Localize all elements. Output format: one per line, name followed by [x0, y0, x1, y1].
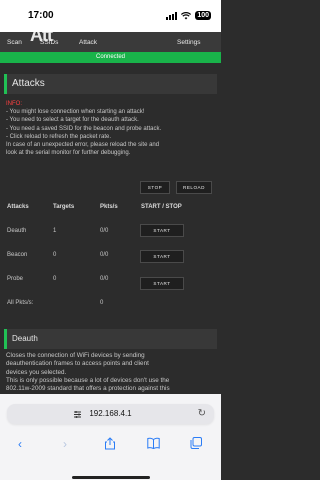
nav-ssids[interactable]: SSIDs [40, 39, 58, 46]
info-line: look at the serial monitor for further d… [6, 150, 131, 157]
deauth-card: Deauth [4, 329, 217, 349]
start-probe-button[interactable]: START [140, 277, 184, 290]
col-targets: Targets [53, 204, 75, 210]
info-line: In case of an unexpected error, please r… [6, 142, 160, 149]
status-bar: 17:00 100 [0, 0, 221, 32]
attack-name: Beacon [7, 252, 28, 258]
attack-name: Probe [7, 276, 24, 282]
nav-settings[interactable]: Settings [177, 39, 201, 46]
col-attacks: Attacks [7, 204, 29, 210]
table-row: Probe 0 0/0 [7, 268, 217, 292]
reload-button[interactable]: RELOAD [176, 181, 212, 194]
forward-icon[interactable]: › [63, 437, 67, 451]
info-line: - You need a saved SSID for the beacon a… [6, 125, 162, 132]
attack-pkts: 0/0 [100, 276, 109, 282]
table-row: All Pkts/s: 0 [7, 292, 217, 316]
status-indicators: 100 [166, 11, 211, 20]
signal-icon [166, 11, 178, 20]
attack-targets: 0 [53, 276, 57, 282]
all-pkts-label: All Pkts/s: [7, 300, 34, 306]
all-pkts-value: 0 [100, 300, 104, 306]
connection-banner: Connected [0, 52, 221, 63]
tabs-icon[interactable] [190, 437, 202, 449]
table-row: Deauth 1 0/0 [7, 220, 217, 244]
info-line: - Click reload to refresh the packet rat… [6, 133, 112, 140]
back-icon[interactable]: ‹ [18, 437, 22, 451]
deauth-description: Closes the connection of WiFi devices by… [6, 352, 216, 393]
desc-line: 802.11w-2009 standard that offers a prot… [6, 385, 170, 393]
col-pkts: Pkts/s [100, 204, 118, 210]
bookmarks-icon[interactable] [147, 437, 160, 449]
attack-pkts: 0/0 [100, 228, 109, 234]
attacks-card: Attacks [4, 74, 217, 94]
attack-name: Deauth [7, 228, 27, 234]
desc-line: devices you selected. [6, 368, 67, 376]
nav-attack[interactable]: Attack [79, 39, 97, 46]
address-bar[interactable]: 192.168.4.1 ↻ [7, 404, 214, 424]
browser-toolbar: 192.168.4.1 ↻ ‹ › [0, 394, 221, 480]
home-indicator [72, 476, 150, 479]
attacks-title: Attacks [4, 74, 217, 94]
desc-line: deauthentication frames to access points… [6, 360, 149, 368]
top-navbar: Att Scan SSIDs Attack Settings [0, 32, 221, 52]
reload-icon[interactable]: ↻ [198, 408, 206, 419]
attack-pkts: 0/0 [100, 252, 109, 258]
info-title: INFO: [6, 101, 22, 107]
url-text: 192.168.4.1 [89, 409, 132, 418]
share-icon[interactable] [104, 437, 116, 450]
nav-scan[interactable]: Scan [7, 39, 22, 46]
start-deauth-button[interactable]: START [140, 224, 184, 237]
battery-icon: 100 [195, 11, 211, 20]
desc-line: Closes the connection of WiFi devices by… [6, 352, 145, 359]
info-line: - You need to select a target for the de… [6, 117, 139, 124]
desc-line: This is only possible because a lot of d… [6, 376, 170, 384]
start-beacon-button[interactable]: START [140, 250, 184, 263]
col-start-stop: START / STOP [141, 204, 182, 210]
attack-targets: 1 [53, 228, 57, 234]
info-block: INFO: - You might lose connection when s… [6, 100, 216, 157]
info-line: - You might lose connection when startin… [6, 109, 145, 116]
clock: 17:00 [28, 10, 54, 21]
table-row: Beacon 0 0/0 [7, 244, 217, 268]
stop-button[interactable]: STOP [140, 181, 170, 194]
attack-targets: 0 [53, 252, 57, 258]
deauth-title: Deauth [4, 329, 217, 349]
wifi-icon [181, 11, 192, 19]
